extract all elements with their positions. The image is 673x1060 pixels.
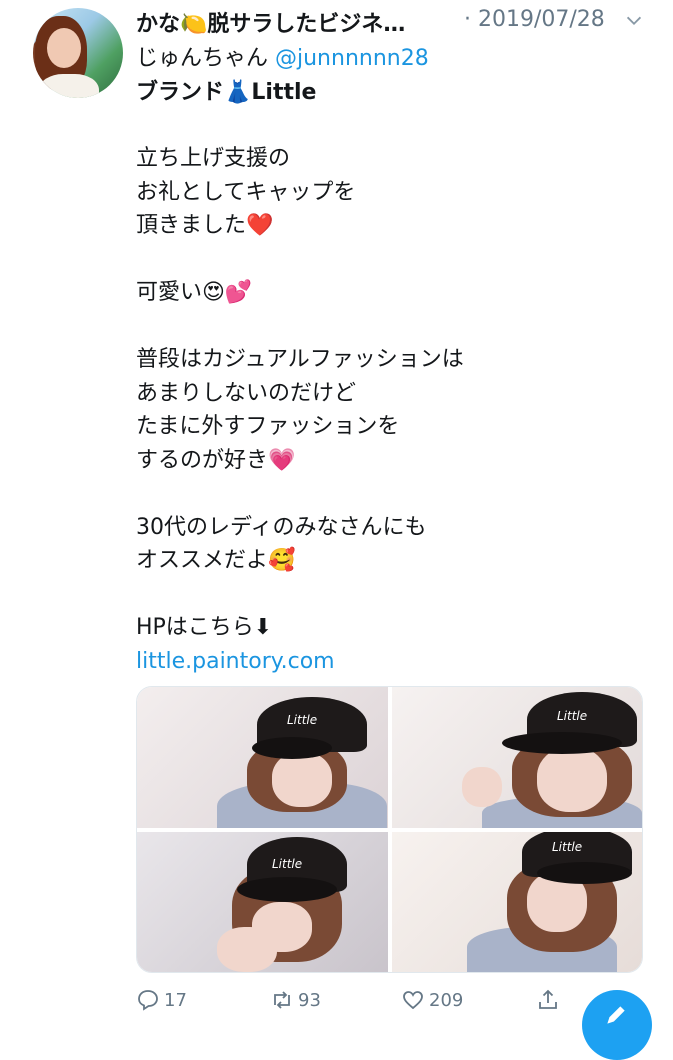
retweet-count: 93 <box>298 989 321 1011</box>
chevron-down-icon[interactable] <box>623 10 645 32</box>
reply-button[interactable]: 17 <box>136 985 187 1015</box>
share-icon <box>539 989 557 1009</box>
tweet-line: するのが好き💗 <box>136 447 296 473</box>
tweet-line: オススメだよ🥰 <box>136 548 296 573</box>
compose-icon <box>607 1006 625 1024</box>
compose-button[interactable] <box>582 990 652 1060</box>
subline-prefix: じゅんちゃん <box>136 46 275 71</box>
cap-logo: Little <box>552 840 583 854</box>
tweet-actions: 17 93 209 <box>136 985 576 1015</box>
tweet-line: たまに外すファッションを <box>136 414 400 439</box>
brand-line: ブランド👗Little <box>136 80 317 105</box>
like-icon <box>403 991 423 1010</box>
photo-4[interactable]: Little <box>392 832 642 972</box>
share-button[interactable] <box>536 985 564 1015</box>
avatar[interactable] <box>33 8 123 98</box>
retweet-button[interactable]: 93 <box>270 985 321 1015</box>
photo-1[interactable]: Little <box>137 687 388 828</box>
tweet-text: 立ち上げ支援の お礼としてキャップを 頂きました❤️ 可愛い😍💕 普段はカジュア… <box>136 142 656 678</box>
tweet-line: 頂きました❤️ <box>136 213 274 238</box>
timestamp[interactable]: · 2019/07/28 <box>464 7 605 32</box>
photo-3[interactable]: Little <box>137 832 388 972</box>
tweet-line: HPはこちら⬇ <box>136 615 273 640</box>
like-count: 209 <box>429 989 464 1011</box>
display-name[interactable]: かな🍋脱サラしたビジネ… <box>136 6 405 38</box>
reply-icon <box>138 990 158 1011</box>
tweet-header: かな🍋脱サラしたビジネ… · 2019/07/28 <box>136 2 648 38</box>
like-button[interactable]: 209 <box>401 985 463 1015</box>
cap-logo: Little <box>287 713 318 727</box>
photo-2[interactable]: Little <box>392 687 642 828</box>
user-handle[interactable]: @junnnnnn28 <box>275 46 429 71</box>
tweet-line: お礼としてキャップを <box>136 179 356 205</box>
cap-logo: Little <box>272 857 303 871</box>
reply-context: じゅんちゃん @junnnnnn28 <box>136 40 429 72</box>
tweet-link[interactable]: little.paintory.com <box>136 645 656 679</box>
tweet-line: 可愛い😍💕 <box>136 280 253 305</box>
tweet-line: 立ち上げ支援の <box>136 146 291 171</box>
media-grid: Little Little Little Little <box>136 686 643 973</box>
reply-count: 17 <box>164 989 187 1011</box>
retweet-icon <box>274 991 290 1009</box>
tweet-line: 普段はカジュアルファッションは <box>136 347 464 372</box>
tweet-line: あまりしないのだけど <box>136 380 357 406</box>
tweet-line: 30代のレディのみなさんにも <box>136 514 427 540</box>
cap-logo: Little <box>557 709 588 723</box>
